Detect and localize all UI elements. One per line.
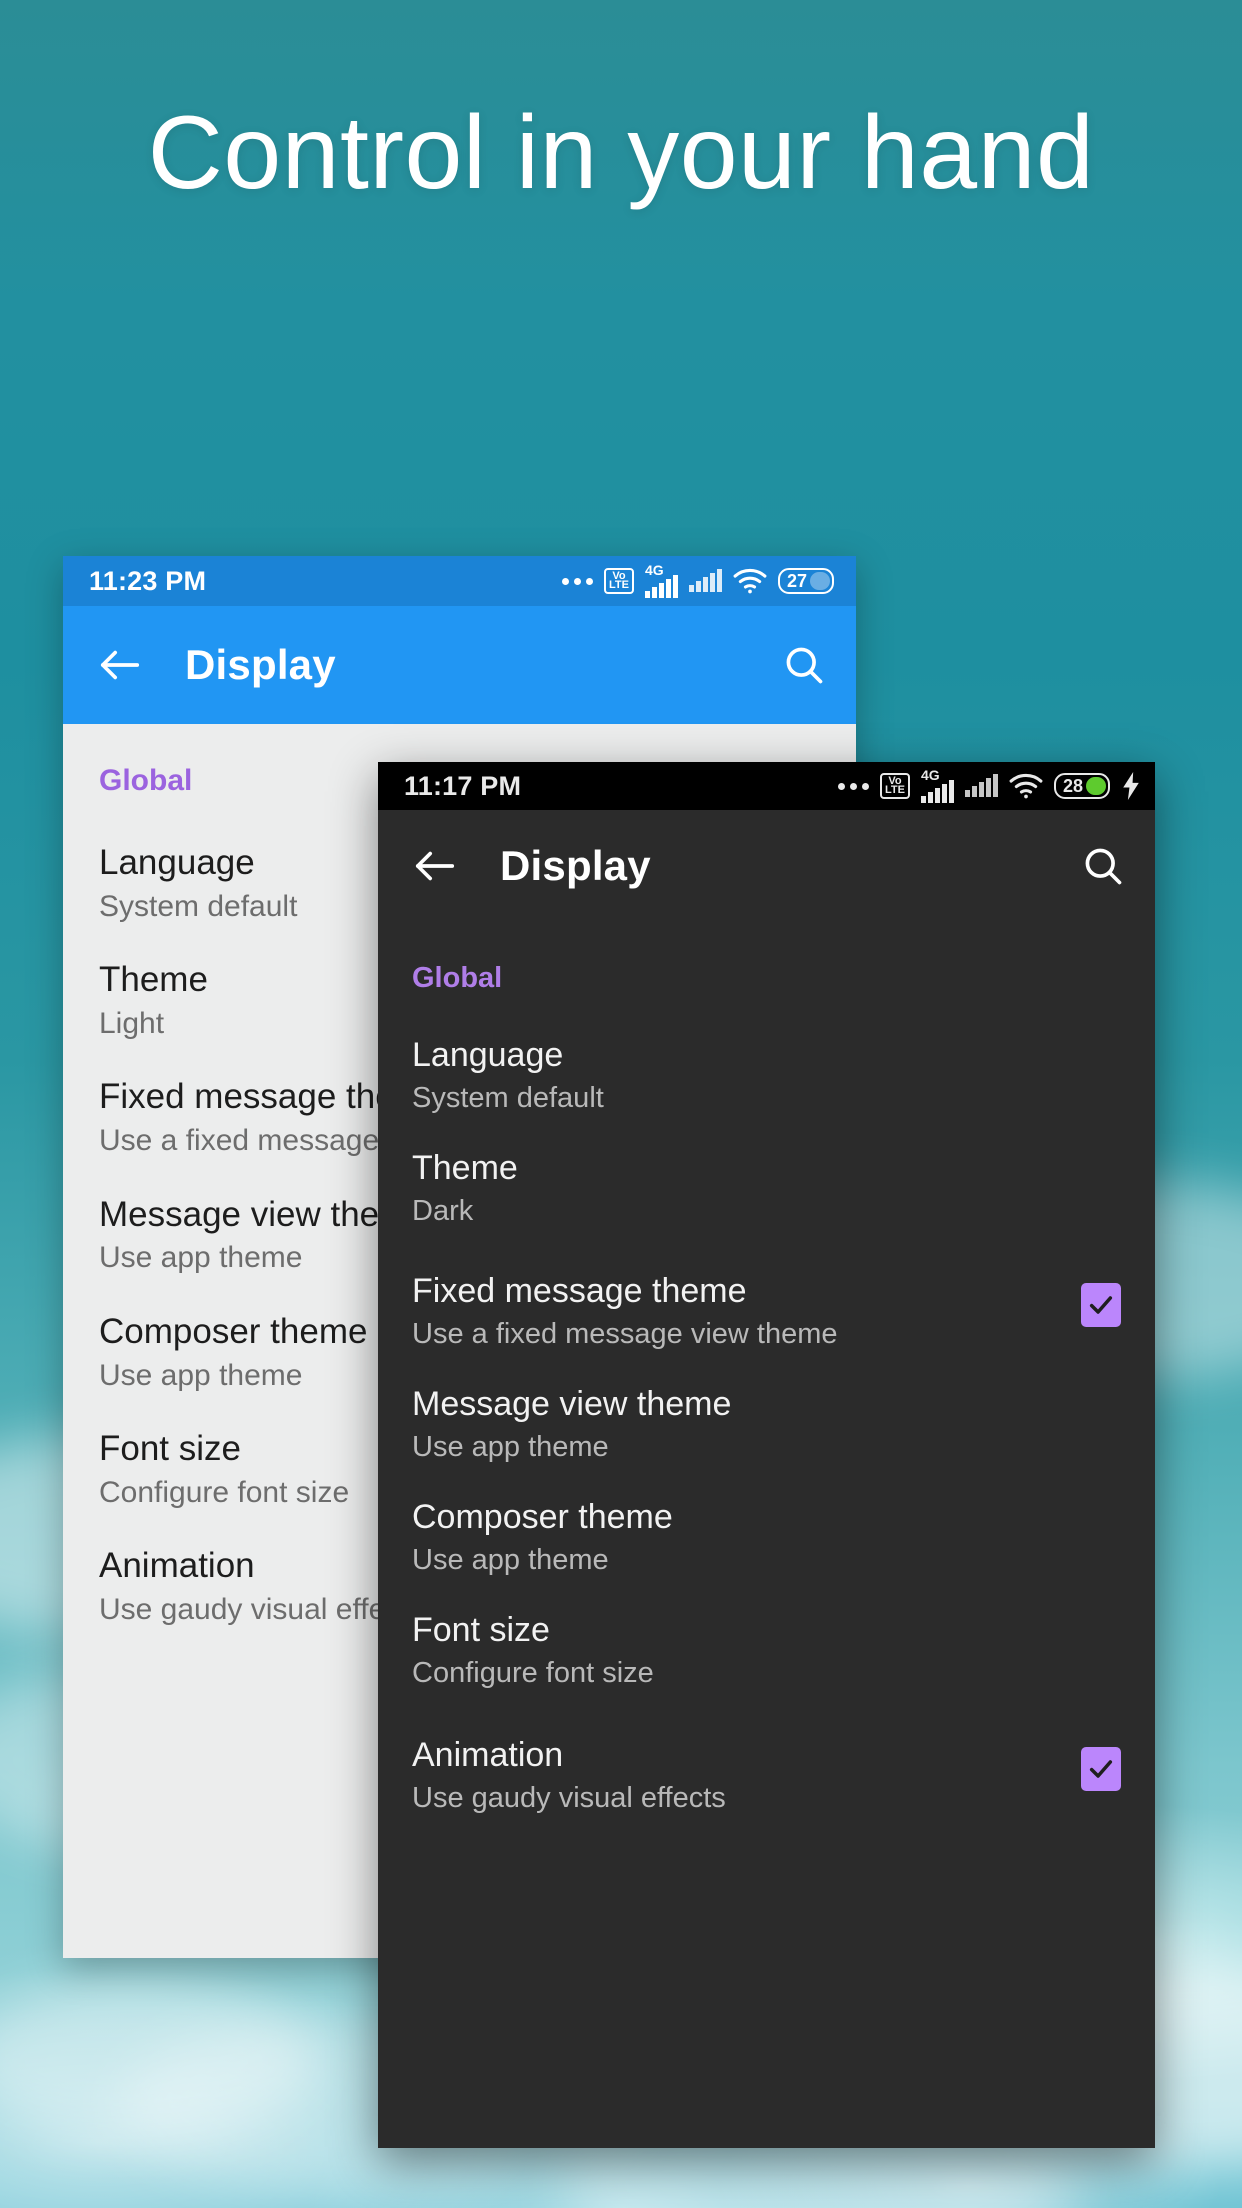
battery-fill: [1086, 777, 1106, 795]
list-item-title: Font size: [412, 1611, 550, 1650]
volte-icon: Vo LTE: [604, 568, 634, 594]
status-bar-clock: 11:23 PM: [89, 565, 207, 596]
list-item-title: Theme: [412, 1149, 518, 1188]
app-bar-light: Display: [63, 606, 856, 724]
overflow-dots-icon: [562, 577, 594, 585]
list-item[interactable]: Language System default: [412, 1001, 1155, 1114]
app-bar-title: Display: [500, 842, 651, 889]
list-item-subtitle: Use gaudy visual effects: [412, 1781, 726, 1814]
list-item-subtitle: Use app theme: [412, 1430, 609, 1463]
battery-icon: 28: [1054, 773, 1110, 799]
signal-icon: [689, 569, 722, 592]
list-item-title: Fixed message theme: [412, 1272, 747, 1311]
network-type-label: 4G: [645, 562, 664, 578]
list-item-title: Animation: [412, 1736, 564, 1775]
list-item-title: Message view theme: [412, 1385, 732, 1424]
checkbox-checked[interactable]: [1081, 1283, 1121, 1328]
list-item-subtitle: Use a fixed message view theme: [412, 1317, 838, 1350]
section-header-global: Global: [412, 962, 503, 994]
charging-bolt-icon: [1121, 772, 1141, 800]
overflow-dots-icon: [838, 782, 870, 790]
list-item[interactable]: Animation Use gaudy visual effects: [412, 1689, 1155, 1814]
volte-icon: Vo LTE: [880, 773, 910, 799]
search-icon[interactable]: [782, 643, 826, 687]
volte-bottom-label: LTE: [885, 784, 905, 796]
list-item[interactable]: Composer theme Use app theme: [412, 1463, 1155, 1576]
promo-screenshot: Control in your hand 11:23 PM Vo LTE 4G: [0, 0, 1242, 2208]
wifi-icon: [733, 568, 767, 594]
list-item-title: Composer theme: [412, 1498, 673, 1537]
battery-icon: 27: [778, 568, 834, 594]
checkbox-checked[interactable]: [1081, 1747, 1121, 1792]
list-item-subtitle: Configure font size: [412, 1656, 654, 1689]
battery-level-label: 27: [787, 570, 808, 591]
app-bar-dark: Display: [378, 810, 1155, 922]
list-item[interactable]: Fixed message theme Use a fixed message …: [412, 1227, 1155, 1350]
signal-4g-icon: 4G: [921, 767, 954, 803]
list-item-subtitle: Dark: [412, 1194, 474, 1227]
battery-level-label: 28: [1063, 775, 1084, 796]
signal-icon: [965, 774, 998, 797]
list-item[interactable]: Message view theme Use app theme: [412, 1350, 1155, 1463]
back-arrow-icon[interactable]: [412, 848, 458, 884]
settings-list-dark[interactable]: Global Language System default Theme Dar…: [378, 922, 1155, 1814]
status-bar-clock: 11:17 PM: [404, 770, 522, 801]
list-item-subtitle: Use app theme: [412, 1543, 609, 1576]
network-type-label: 4G: [921, 767, 940, 783]
cloud-decoration: [0, 1980, 320, 2140]
status-bar-light: 11:23 PM Vo LTE 4G 27: [63, 556, 856, 606]
search-icon[interactable]: [1081, 844, 1125, 888]
app-bar-title: Display: [185, 641, 336, 688]
signal-4g-icon: 4G: [645, 562, 678, 598]
list-item-title: Language: [412, 1036, 564, 1074]
phone-dark-theme: 11:17 PM Vo LTE 4G 28 Display Global Lan…: [378, 762, 1155, 2148]
list-item[interactable]: Theme Dark: [412, 1114, 1155, 1227]
status-bar-dark: 11:17 PM Vo LTE 4G 28: [378, 762, 1155, 810]
volte-bottom-label: LTE: [609, 579, 629, 591]
list-item-subtitle: System default: [412, 1081, 604, 1114]
wifi-icon: [1009, 773, 1043, 799]
list-item[interactable]: Font size Configure font size: [412, 1576, 1155, 1689]
back-arrow-icon[interactable]: [97, 647, 143, 683]
page-title: Control in your hand: [147, 95, 1095, 211]
